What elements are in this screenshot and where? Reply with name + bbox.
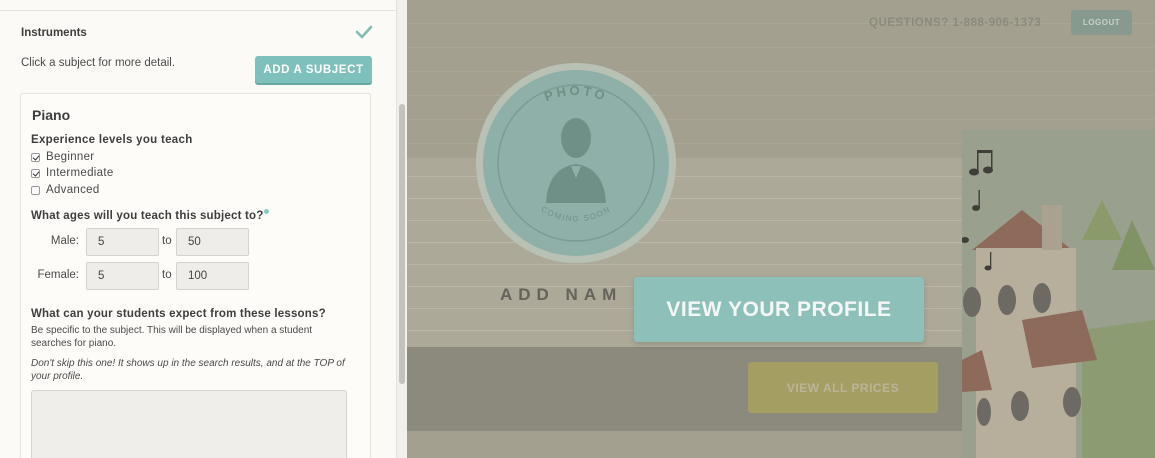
advanced-checkbox[interactable] [31,185,40,195]
expectations-note: Don't skip this one! It shows up in the … [31,358,345,382]
ages-heading-text: What ages will you teach this subject to… [31,210,264,222]
intermediate-checkbox[interactable] [31,168,40,178]
subjects-hint: Click a subject for more detail. [21,57,176,69]
subject-title: Piano [32,107,71,123]
female-label: Female: [37,269,79,281]
panel-scrollbar[interactable] [396,0,407,458]
level-advanced[interactable]: Advanced [31,184,100,196]
scrollbar-thumb[interactable] [399,104,405,384]
profile-preview: QUESTIONS? 1-888-906-1373 LOGOUT ADD NAM… [407,0,1155,458]
view-your-profile-button[interactable]: VIEW YOUR PROFILE [634,277,924,342]
profile-photo[interactable]: PHOTO COMING SOON [476,63,676,263]
photo-placeholder: PHOTO COMING SOON [483,70,669,256]
add-subject-button[interactable]: ADD A SUBJECT [255,56,372,83]
subject-card: Piano Experience levels you teach Beginn… [20,93,371,458]
female-age-to-input[interactable] [176,262,249,290]
logout-button[interactable]: LOGOUT [1071,10,1132,35]
expectations-description: Be specific to the subject. This will be… [31,325,313,349]
level-beginner[interactable]: Beginner [31,151,94,163]
beginner-checkbox[interactable] [31,152,40,162]
check-icon [355,25,373,39]
level-label: Beginner [46,151,95,163]
expectations-heading: What can your students expect from these… [31,308,326,320]
expectations-textarea[interactable] [31,390,347,458]
view-all-prices-button[interactable]: VIEW ALL PRICES [748,362,938,413]
info-icon[interactable] [264,209,270,214]
male-age-from-input[interactable] [86,228,159,256]
female-age-from-input[interactable] [86,262,159,290]
male-age-to-input[interactable] [176,228,249,256]
subjects-panel: Instruments Click a subject for more det… [0,0,396,458]
divider [0,10,396,11]
level-intermediate[interactable]: Intermediate [31,167,114,179]
add-name-text[interactable]: ADD NAM [500,285,622,305]
house-illustration [962,130,1155,458]
to-label: to [162,269,172,281]
male-label: Male: [50,235,79,247]
level-label: Advanced [46,184,100,196]
to-label: to [162,235,172,247]
level-label: Intermediate [46,167,114,179]
ages-heading: What ages will you teach this subject to… [31,209,270,222]
section-title: Instruments [21,27,87,39]
experience-heading: Experience levels you teach [31,134,193,146]
support-phone[interactable]: QUESTIONS? 1-888-906-1373 [869,17,1041,29]
